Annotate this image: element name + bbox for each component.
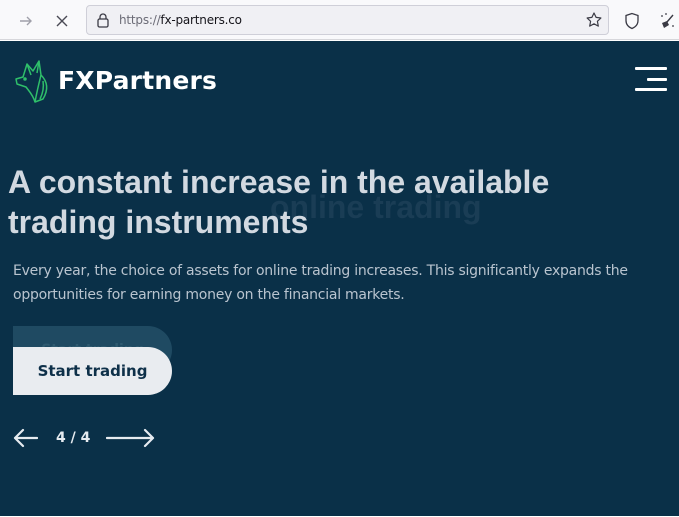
lock-icon [97,13,109,28]
hero-description: Every year, the choice of assets for onl… [13,263,628,303]
stop-icon [56,15,68,27]
tracking-protection-button[interactable] [619,8,645,34]
brand-name: FXPartners [58,65,218,95]
url-text[interactable]: https://fx-partners.co [119,13,242,27]
arrow-left-icon [13,428,38,448]
hamburger-menu-icon-line [647,78,667,81]
prev-slide-button[interactable] [12,427,38,449]
hero-title: A constant increase in the available tra… [8,164,550,240]
extension-button[interactable] [654,8,679,34]
extension-broom-icon [661,13,674,28]
menu-button[interactable] [632,66,668,94]
bookmark-star-icon[interactable] [585,11,603,29]
shield-icon [625,12,639,30]
next-slide-button[interactable] [106,427,156,449]
start-trading-button[interactable]: Start trading [13,347,172,395]
brand-logo[interactable]: FXPartners [13,57,217,103]
forward-icon [20,16,32,26]
arrow-right-icon [106,428,155,448]
slider-navigation: 4 / 4 [12,427,156,449]
hero-section: FXPartners online trading A constant inc… [0,41,679,516]
browser-toolbar: https://fx-partners.co [0,0,679,40]
wolf-head-icon [15,60,48,103]
slide-counter: 4 / 4 [56,430,91,446]
hamburger-menu-icon-line [635,88,667,91]
forward-button[interactable] [13,8,39,34]
address-bar[interactable]: https://fx-partners.co [86,5,609,35]
stop-button[interactable] [49,8,75,34]
hamburger-menu-icon [635,67,667,70]
